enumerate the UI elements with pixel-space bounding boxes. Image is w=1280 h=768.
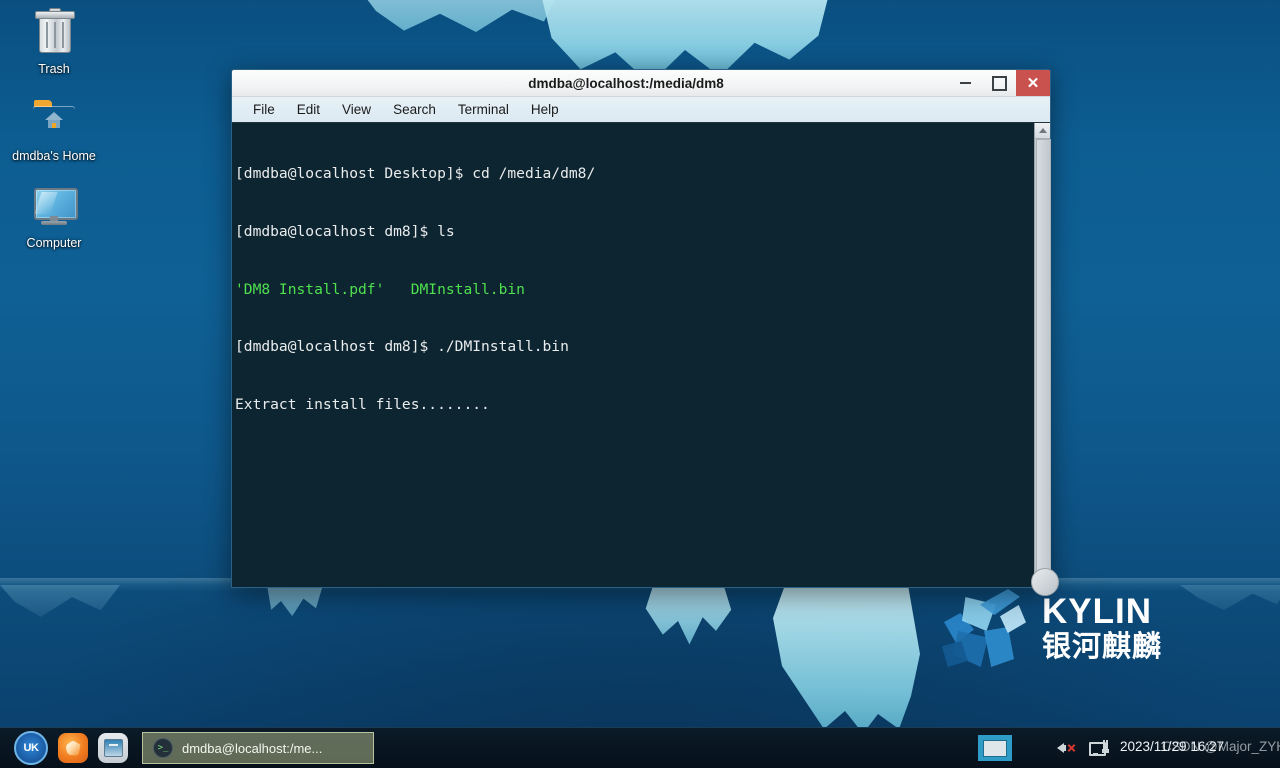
network-icon[interactable] <box>1088 737 1110 759</box>
desktop-icon-label: Computer <box>27 236 82 251</box>
iceberg-decoration <box>0 585 120 640</box>
kylin-name-en: KYLIN <box>1042 594 1162 630</box>
file-manager-launcher-icon[interactable] <box>98 733 128 763</box>
scroll-up-button[interactable] <box>1035 123 1050 139</box>
minimize-button[interactable] <box>948 70 982 96</box>
computer-icon <box>30 182 78 230</box>
terminal-line: [dmdba@localhost Desktop]$ cd /media/dm8… <box>233 164 1034 183</box>
desktop-icon-computer[interactable]: Computer <box>0 182 108 251</box>
kylin-mark-icon <box>940 587 1032 669</box>
firefox-launcher-icon[interactable] <box>58 733 88 763</box>
menu-item-help[interactable]: Help <box>520 100 570 119</box>
iceberg-decoration <box>640 585 735 647</box>
desktop-icon-home[interactable]: dmdba's Home <box>0 95 108 164</box>
taskbar-window-list: >_ dmdba@localhost:/me... <box>128 732 978 764</box>
scrollbar-thumb[interactable] <box>1036 139 1051 581</box>
desktop-icon-label: Trash <box>38 62 70 77</box>
terminal-line: [dmdba@localhost dm8]$ ls <box>233 222 1034 241</box>
desktop-icon-trash[interactable]: Trash <box>0 8 108 77</box>
taskbar-launchers: UK <box>0 731 128 765</box>
kylin-name-cn: 银河麒麟 <box>1042 630 1162 662</box>
start-menu-button[interactable]: UK <box>14 731 48 765</box>
terminal-line: Extract install files........ <box>233 395 1034 414</box>
home-folder-icon <box>30 95 78 143</box>
trash-icon <box>30 8 78 56</box>
iceberg-decoration <box>360 0 560 60</box>
taskbar-window-label: dmdba@localhost:/me... <box>182 741 322 756</box>
terminal-output[interactable]: [dmdba@localhost Desktop]$ cd /media/dm8… <box>232 123 1034 587</box>
menu-item-terminal[interactable]: Terminal <box>447 100 520 119</box>
taskbar-window-terminal[interactable]: >_ dmdba@localhost:/me... <box>142 732 374 764</box>
terminal-window[interactable]: dmdba@localhost:/media/dm8 ✕ File Edit V… <box>231 69 1051 588</box>
volume-muted-icon[interactable] <box>1056 737 1078 759</box>
window-resize-grip[interactable] <box>1031 568 1059 596</box>
desktop-icon-label: dmdba's Home <box>12 149 96 164</box>
iceberg-decoration <box>1180 585 1280 633</box>
taskbar: UK >_ dmdba@localhost:/me... 2023/11/29 … <box>0 727 1280 768</box>
window-controls: ✕ <box>948 70 1050 96</box>
terminal-scrollbar[interactable] <box>1034 123 1050 587</box>
clock-area[interactable]: 2023/11/29 16:27 CSDN @Major_ZYH <box>1120 737 1272 759</box>
iceberg-decoration <box>260 585 330 625</box>
terminal-line: [dmdba@localhost dm8]$ ./DMInstall.bin <box>233 337 1034 356</box>
menu-item-search[interactable]: Search <box>382 100 447 119</box>
menu-bar: File Edit View Search Terminal Help <box>232 97 1050 123</box>
kylin-brand-logo: KYLIN 银河麒麟 <box>940 583 1190 673</box>
iceberg-decoration <box>770 585 920 735</box>
menu-item-edit[interactable]: Edit <box>286 100 331 119</box>
terminal-line: 'DM8 Install.pdf' DMInstall.bin <box>233 280 1034 299</box>
show-desktop-button[interactable] <box>978 735 1012 761</box>
terminal-icon: >_ <box>153 738 173 758</box>
csdn-watermark: CSDN @Major_ZYH <box>1162 739 1280 754</box>
chevron-up-icon <box>1039 128 1047 133</box>
maximize-button[interactable] <box>982 70 1016 96</box>
menu-item-file[interactable]: File <box>242 100 286 119</box>
terminal-area[interactable]: [dmdba@localhost Desktop]$ cd /media/dm8… <box>232 123 1050 587</box>
window-titlebar[interactable]: dmdba@localhost:/media/dm8 ✕ <box>232 70 1050 97</box>
menu-item-view[interactable]: View <box>331 100 382 119</box>
close-button[interactable]: ✕ <box>1016 70 1050 96</box>
desktop-icon-list: Trash dmdba's Home Computer <box>0 8 108 269</box>
window-title: dmdba@localhost:/media/dm8 <box>232 76 948 91</box>
desktop[interactable]: Trash dmdba's Home Computer <box>0 0 1280 768</box>
system-tray: 2023/11/29 16:27 CSDN @Major_ZYH <box>978 735 1280 761</box>
